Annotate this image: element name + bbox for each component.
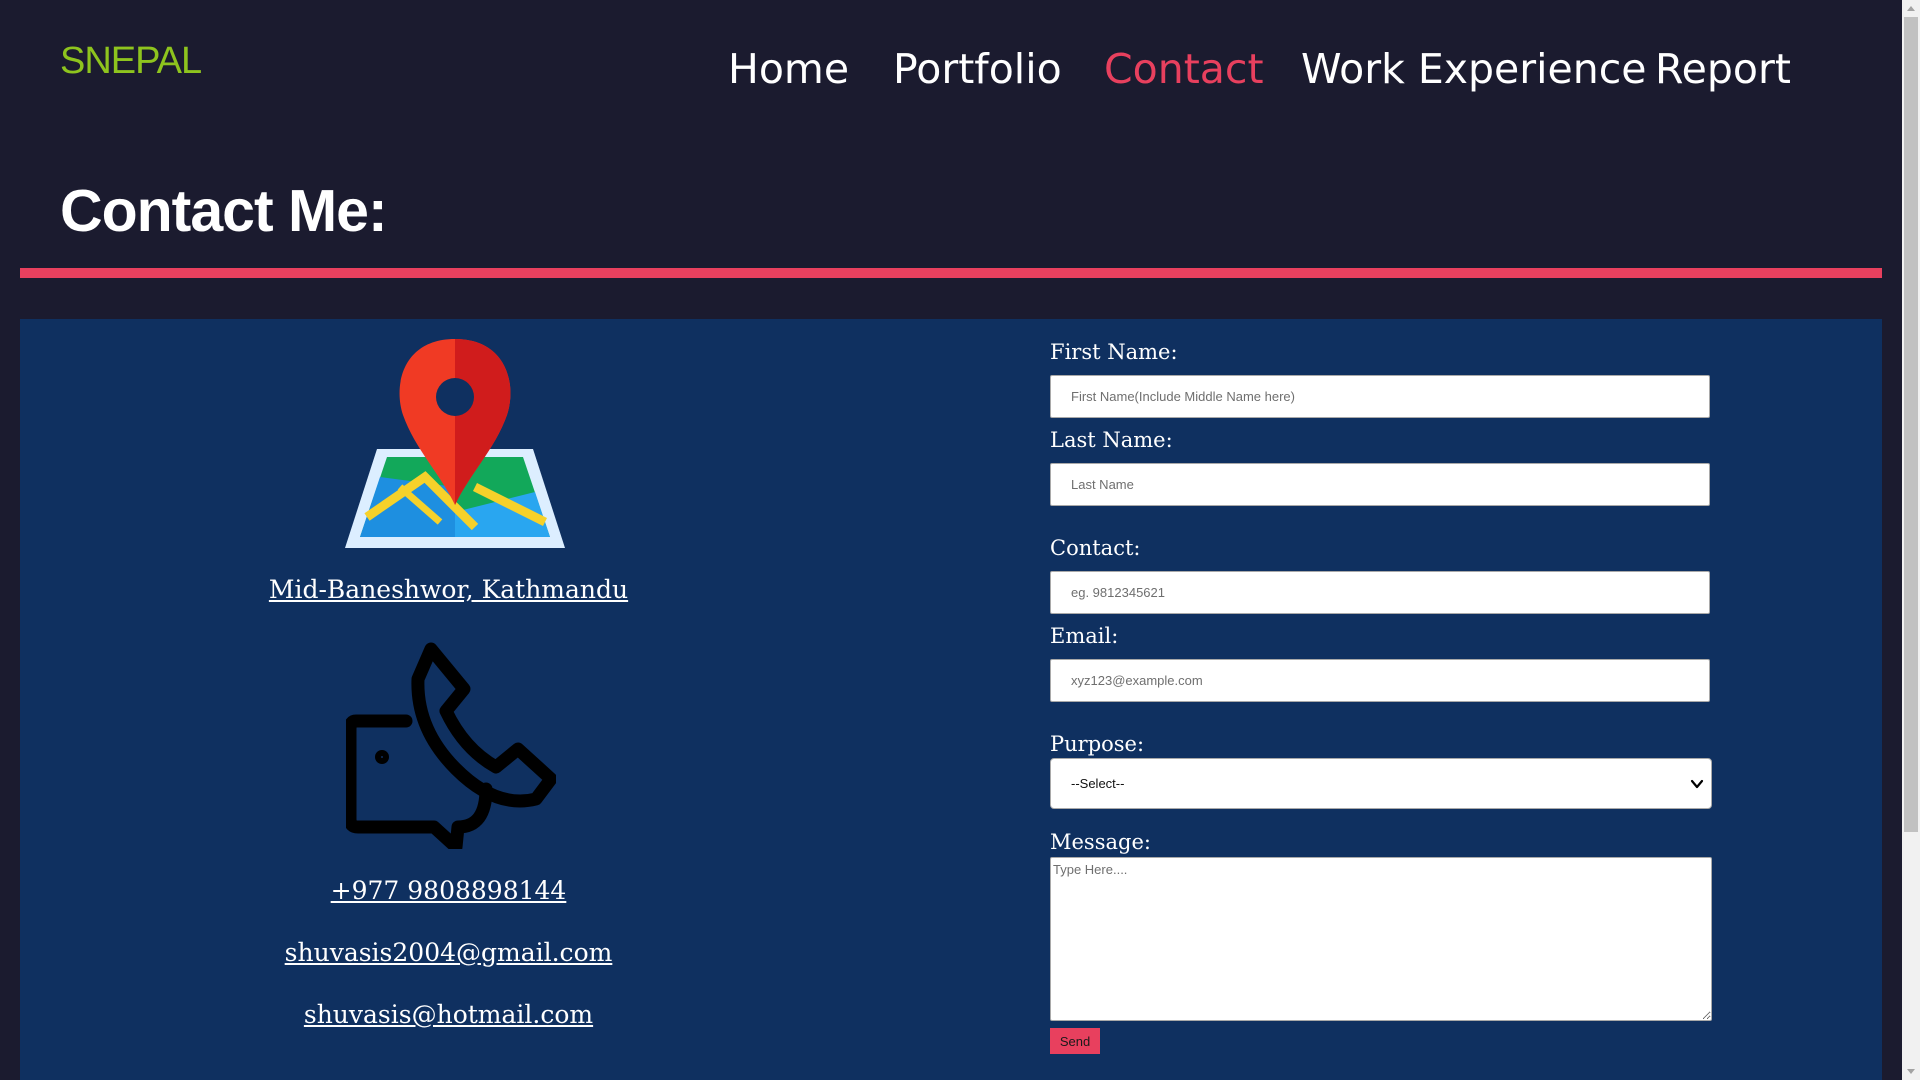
first-name-label: First Name: [1050, 340, 1178, 364]
purpose-select[interactable]: --Select-- [1050, 758, 1712, 809]
email-label: Email: [1050, 624, 1119, 648]
first-name-input[interactable] [1050, 375, 1710, 418]
last-name-label: Last Name: [1050, 428, 1173, 452]
message-textarea[interactable] [1050, 857, 1712, 1021]
contact-form: First Name: Last Name: Contact: Email: P… [1050, 319, 1712, 1080]
title-divider [20, 268, 1882, 278]
contact-panel: Mid-Baneshwor, Kathmandu +977 9808898144… [20, 319, 1882, 1080]
contact-input[interactable] [1050, 571, 1710, 614]
nav-item-portfolio[interactable]: Portfolio [893, 40, 1062, 98]
scrollbar-thumb[interactable] [1904, 17, 1918, 832]
page-scrollbar[interactable] [1902, 0, 1920, 1080]
phone-link[interactable]: +977 9808898144 [20, 874, 877, 908]
site-logo[interactable]: SNEPAL [60, 40, 202, 83]
scroll-up-arrow-icon[interactable] [1907, 6, 1915, 11]
contact-info-column: Mid-Baneshwor, Kathmandu +977 9808898144… [20, 319, 877, 1080]
email-link-2[interactable]: shuvasis@hotmail.com [20, 998, 877, 1032]
nav-item-home[interactable]: Home [728, 40, 849, 98]
address-link[interactable]: Mid-Baneshwor, Kathmandu [20, 573, 877, 607]
last-name-input[interactable] [1050, 463, 1710, 506]
purpose-label: Purpose: [1050, 732, 1145, 756]
scroll-down-arrow-icon[interactable] [1907, 1069, 1915, 1074]
telephone-icon [346, 642, 556, 849]
send-button[interactable]: Send [1050, 1028, 1100, 1054]
email-link-1[interactable]: shuvasis2004@gmail.com [20, 936, 877, 970]
nav-item-contact[interactable]: Contact [1104, 40, 1264, 98]
page-title: Contact Me: [60, 178, 388, 244]
message-label: Message: [1050, 830, 1151, 854]
contact-label: Contact: [1050, 536, 1141, 560]
map-pin-icon [345, 339, 565, 548]
nav-item-report[interactable]: Report [1655, 40, 1791, 98]
nav-item-work-experience[interactable]: Work Experience [1301, 40, 1647, 98]
email-input[interactable] [1050, 659, 1710, 702]
